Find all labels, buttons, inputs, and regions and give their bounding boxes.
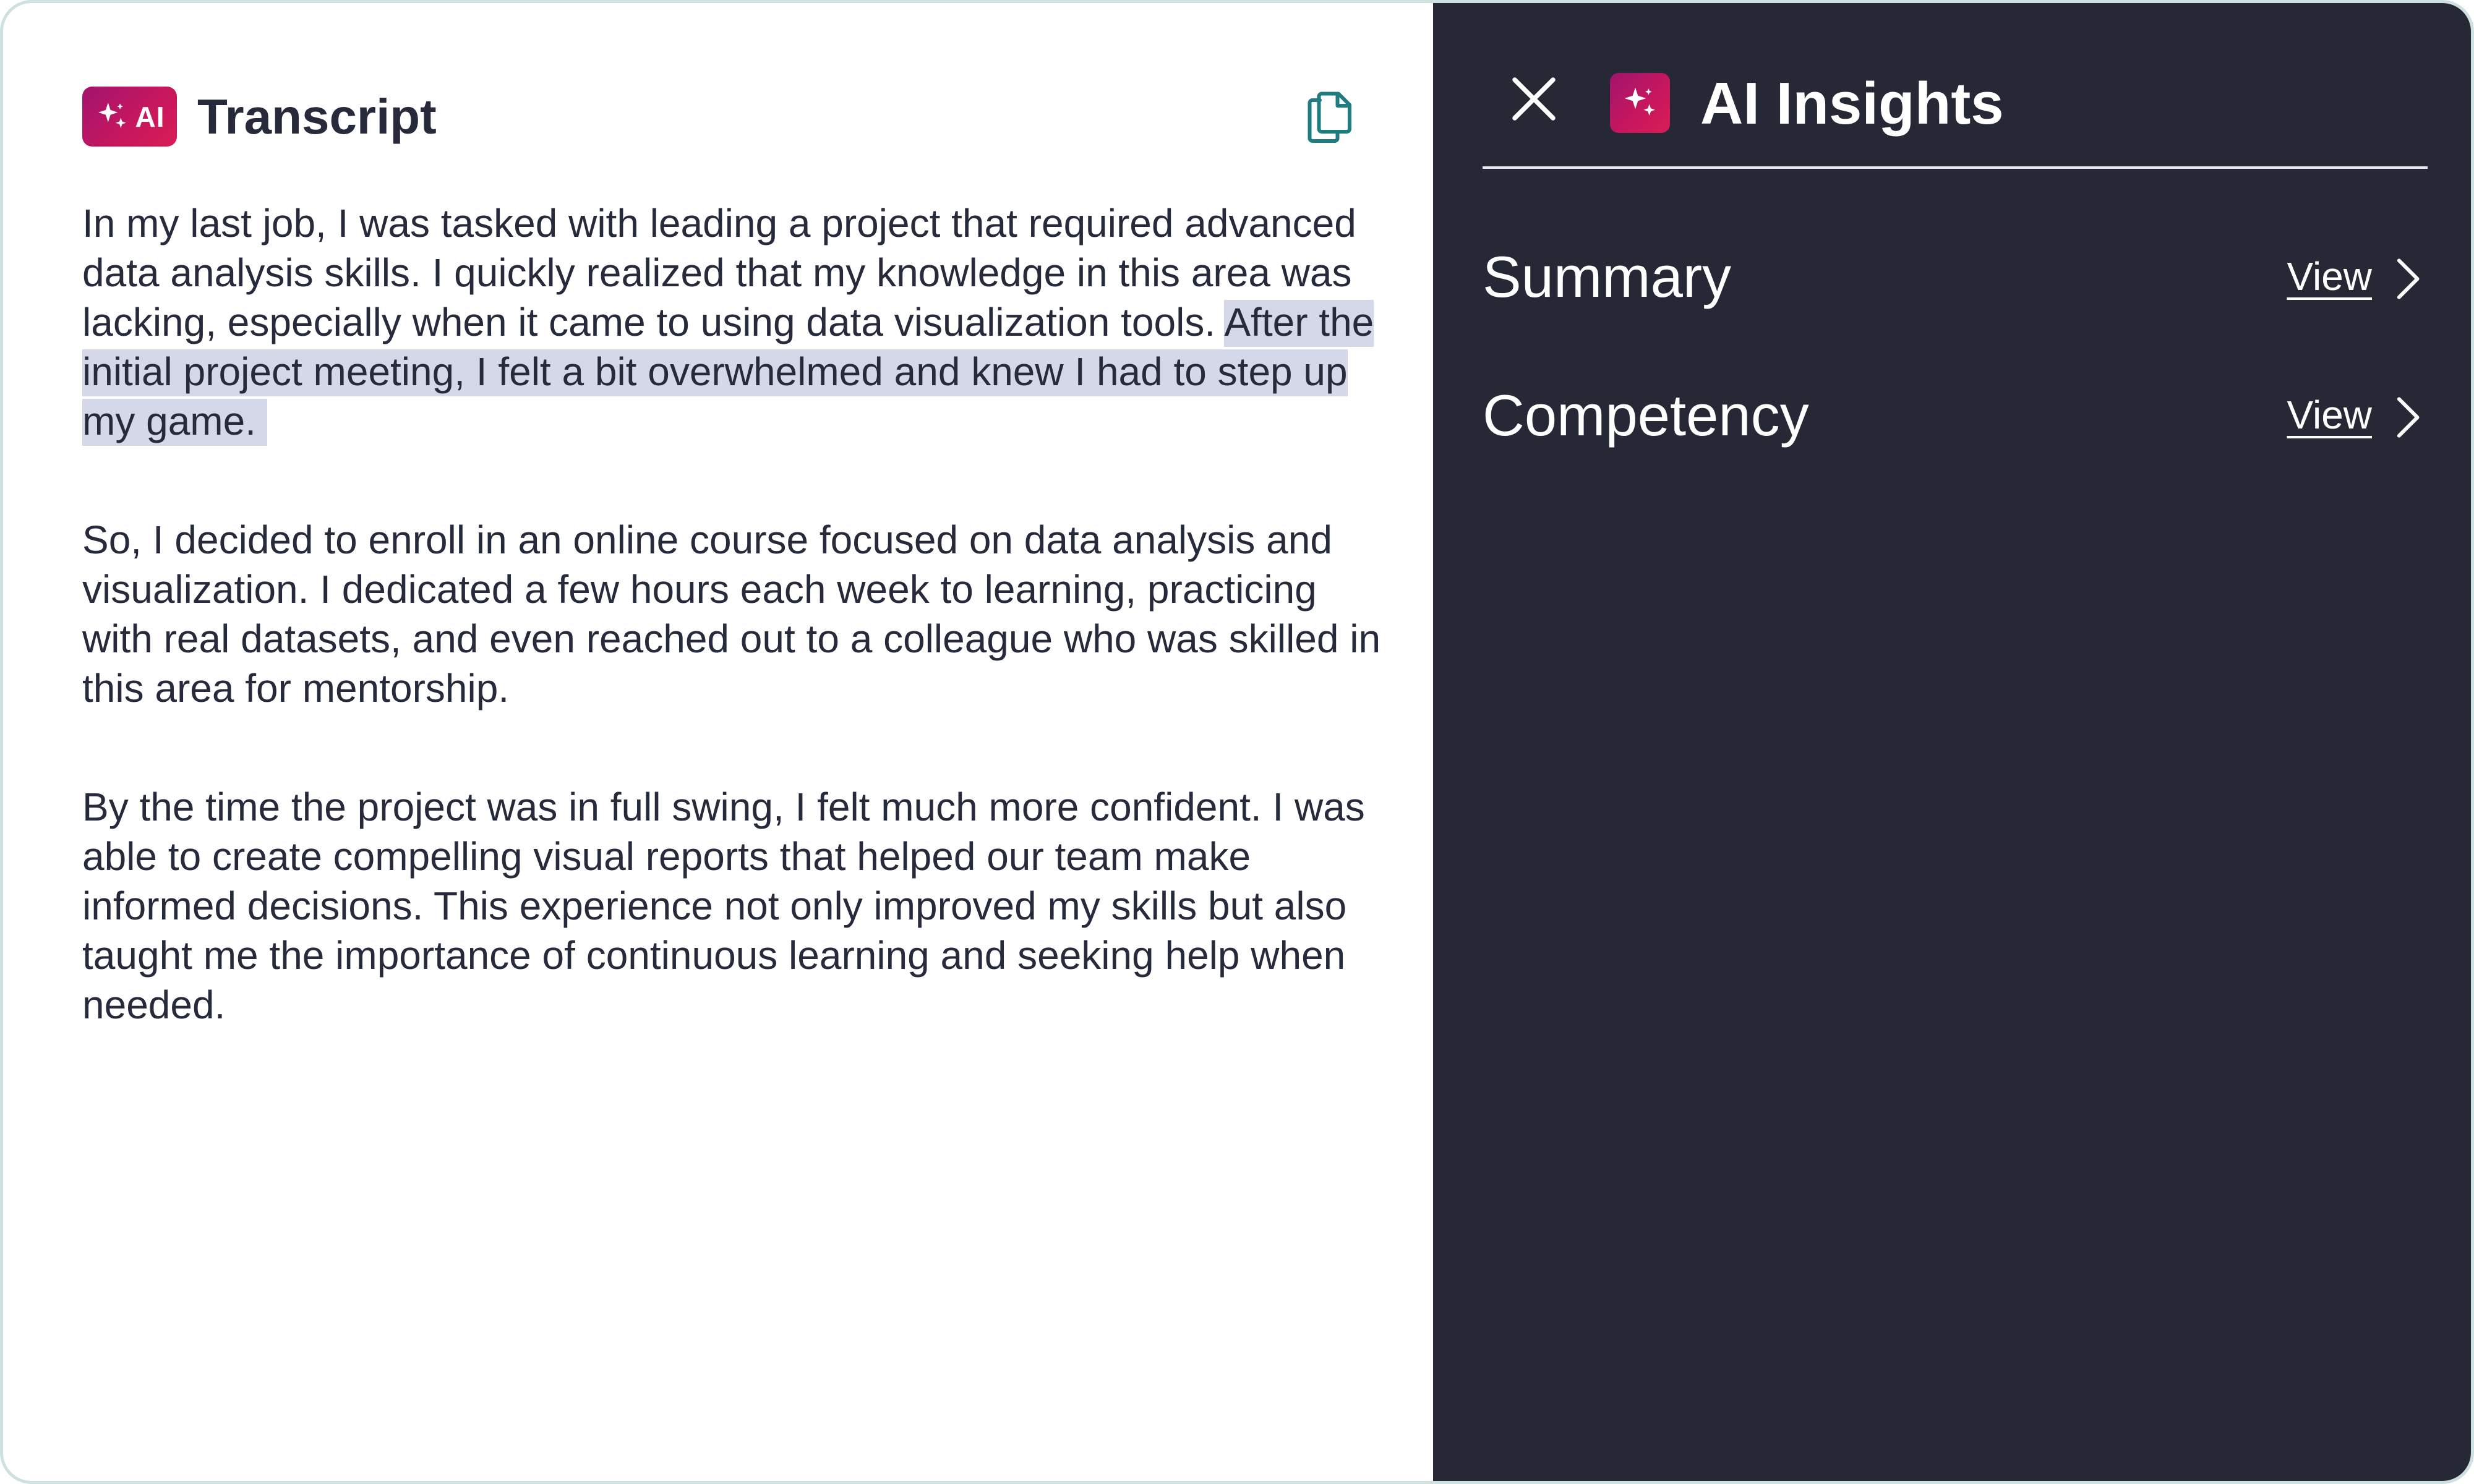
transcript-body: In my last job, I was tasked with leadin…: [82, 198, 1381, 1099]
transcript-paragraph: So, I decided to enroll in an online cou…: [82, 518, 1381, 710]
paragraph-text: In my last job, I was tasked with leadin…: [82, 201, 1356, 344]
transcript-paragraph: By the time the project was in full swin…: [82, 785, 1365, 1027]
close-button[interactable]: [1500, 65, 1568, 133]
transcript-header: AI Transcript: [82, 83, 1356, 151]
chevron-right-icon[interactable]: [2387, 254, 2428, 304]
view-competency-link[interactable]: View: [2287, 390, 2372, 440]
view-summary-link[interactable]: View: [2287, 252, 2372, 301]
ai-insights-badge: [1610, 73, 1670, 133]
sparkle-icon: [95, 99, 131, 135]
copy-icon: [1299, 87, 1359, 147]
chevron-right-icon[interactable]: [2387, 393, 2428, 442]
divider: [1483, 166, 2428, 169]
insight-row-competency[interactable]: Competency View: [1483, 377, 2428, 457]
copy-button[interactable]: [1299, 87, 1359, 147]
ai-insights-title: AI Insights: [1700, 70, 2004, 137]
app-window: AI Transcript In my last job, I was task…: [0, 0, 2474, 1484]
transcript-panel: AI Transcript In my last job, I was task…: [3, 3, 1433, 1481]
insight-label: Summary: [1483, 244, 1732, 309]
sparkle-icon: [1620, 83, 1660, 123]
close-icon: [1500, 65, 1568, 133]
transcript-paragraph: In my last job, I was tasked with leadin…: [82, 198, 1381, 446]
insight-row-summary[interactable]: Summary View: [1483, 238, 2428, 318]
ai-badge: AI: [82, 87, 177, 147]
ai-badge-label: AI: [135, 100, 165, 133]
transcript-title: Transcript: [197, 89, 437, 144]
insight-label: Competency: [1483, 383, 1809, 448]
ai-insights-panel: AI Insights Summary View Competency View: [1433, 3, 2471, 1481]
